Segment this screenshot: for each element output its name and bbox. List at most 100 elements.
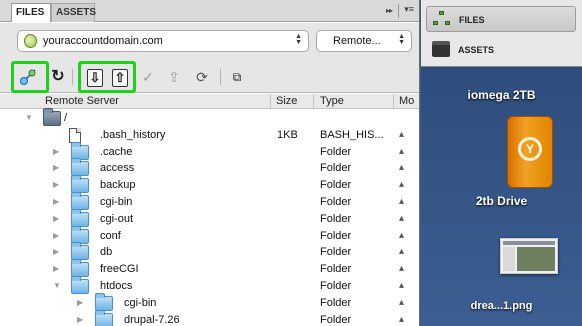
item-name: cgi-bin xyxy=(100,196,133,208)
item-name: drupal-7.26 xyxy=(124,313,180,326)
tab-files[interactable]: FILES xyxy=(11,3,51,22)
item-type: Folder xyxy=(320,179,352,192)
item-type: Folder xyxy=(320,246,352,259)
column-modified[interactable]: Mo xyxy=(399,95,414,107)
item-name: access xyxy=(100,162,135,175)
get-files-button[interactable]: ⇩ xyxy=(85,67,105,87)
disclosure-closed-icon[interactable]: ▶ xyxy=(53,248,61,256)
folder-row[interactable]: ▶ conf Folder ▴ xyxy=(0,225,419,245)
item-modified: ▴ xyxy=(399,196,405,207)
disclosure-closed-icon[interactable]: ▶ xyxy=(53,265,61,273)
desktop: iomega 2TB Y 2tb Drive drea...1.png xyxy=(421,67,582,326)
item-type: Folder xyxy=(320,296,352,309)
check-in-button[interactable]: ⇪ xyxy=(164,67,184,87)
item-name: backup xyxy=(100,179,136,192)
assets-panel-label: ASSETS xyxy=(458,45,495,55)
disclosure-closed-icon[interactable]: ▶ xyxy=(53,198,61,206)
disclosure-closed-icon[interactable]: ▶ xyxy=(77,298,85,307)
screenshot-file-label[interactable]: drea...1.png xyxy=(421,300,582,312)
file-row[interactable]: .bash_history 1KB BASH_HIS... ▴ xyxy=(0,127,419,144)
item-name: cgi-bin xyxy=(124,296,157,309)
folder-row[interactable]: ▶ .cache Folder ▴ xyxy=(0,141,419,161)
synchronize-button[interactable]: ⟳ xyxy=(192,67,212,87)
folder-row[interactable]: ▶ cgi-bin Folder ▴ xyxy=(0,192,419,211)
folder-row[interactable]: ▼ htdocs Folder ▴ xyxy=(0,276,419,295)
assets-panel-button[interactable]: ASSETS xyxy=(426,37,576,63)
folder-icon xyxy=(95,309,113,326)
folder-row[interactable]: ▶ cgi-bin Folder ▴ xyxy=(0,292,419,312)
item-type: BASH_HIS... xyxy=(320,128,384,141)
column-divider[interactable] xyxy=(393,94,394,109)
column-divider[interactable] xyxy=(313,94,314,109)
folder-icon xyxy=(71,141,89,160)
panel-tab-bar: FILES ASSETS ▸▸ ▾≡ xyxy=(0,0,419,22)
folder-row[interactable]: ▶ db Folder ▴ xyxy=(0,242,419,261)
disclosure-closed-icon[interactable]: ▶ xyxy=(53,147,61,156)
disclosure-closed-icon[interactable]: ▶ xyxy=(53,214,61,223)
item-modified: ▴ xyxy=(399,263,405,275)
folder-icon xyxy=(71,208,89,227)
get-arrow-icon: ⇩ xyxy=(87,69,103,87)
folder-row[interactable]: ▶ freeCGI Folder ▴ xyxy=(0,259,419,278)
put-arrow-icon: ⇧ xyxy=(112,69,128,87)
2tb-drive-label[interactable]: 2tb Drive xyxy=(421,194,582,208)
item-name: .bash_history xyxy=(100,128,166,141)
column-remote-server[interactable]: Remote Server xyxy=(45,95,119,107)
folder-icon xyxy=(43,108,61,126)
folder-row[interactable]: ▶ cgi-out Folder ▴ xyxy=(0,208,419,228)
disclosure-closed-icon[interactable]: ▶ xyxy=(53,181,61,189)
chevron-updown-icon: ▲ ▼ xyxy=(295,33,302,46)
folder-row[interactable]: ▼ / xyxy=(0,108,419,127)
panel-menu-icon[interactable]: ▾≡ xyxy=(398,4,414,18)
disclosure-open-icon[interactable]: ▼ xyxy=(25,114,33,122)
column-size[interactable]: Size xyxy=(276,95,297,107)
view-select-value: Remote... xyxy=(333,35,381,47)
site-select-value: youraccountdomain.com xyxy=(43,35,163,47)
item-modified: ▴ xyxy=(399,179,405,191)
site-icon xyxy=(24,34,37,48)
item-modified: ▴ xyxy=(399,145,405,157)
disclosure-closed-icon[interactable]: ▶ xyxy=(77,315,85,324)
disclosure-open-icon[interactable]: ▼ xyxy=(53,282,61,290)
screenshot-file-icon[interactable] xyxy=(500,238,558,274)
column-divider[interactable] xyxy=(270,94,271,109)
files-panel-label: FILES xyxy=(459,15,485,25)
tab-assets[interactable]: ASSETS xyxy=(51,3,96,22)
connect-button[interactable] xyxy=(18,67,38,87)
folder-row[interactable]: ▶ drupal-7.26 Folder ▴ xyxy=(0,309,419,326)
view-select[interactable]: Remote... ▲ ▼ xyxy=(316,30,412,52)
item-modified: ▴ xyxy=(399,280,405,291)
put-files-button[interactable]: ⇧ xyxy=(110,67,130,87)
check-out-button[interactable]: ✓ xyxy=(138,67,158,87)
site-map-icon xyxy=(433,11,451,27)
external-drive-icon[interactable]: Y xyxy=(507,116,553,188)
refresh-button[interactable]: ↻ xyxy=(48,67,68,87)
folder-icon xyxy=(95,292,113,311)
folder-icon xyxy=(71,175,89,194)
folder-row[interactable]: ▶ access Folder ▴ xyxy=(0,158,419,177)
item-modified: ▴ xyxy=(399,313,405,325)
panel-switcher: FILES ASSETS xyxy=(421,0,582,67)
folder-icon xyxy=(71,276,89,294)
site-select[interactable]: youraccountdomain.com ▲ ▼ xyxy=(17,30,309,52)
expand-view-button[interactable]: ⧉ xyxy=(227,67,247,87)
iomega-drive-label[interactable]: iomega 2TB xyxy=(421,88,582,102)
column-type[interactable]: Type xyxy=(320,95,344,107)
folder-row[interactable]: ▶ backup Folder ▴ xyxy=(0,175,419,194)
files-panel: FILES ASSETS ▸▸ ▾≡ youraccountdomain.com… xyxy=(0,0,420,326)
item-modified: ▴ xyxy=(399,296,405,308)
collapse-panel-icon[interactable]: ▸▸ xyxy=(386,6,393,15)
folder-icon xyxy=(71,225,89,244)
item-name: cgi-out xyxy=(100,212,134,225)
item-name: htdocs xyxy=(100,280,133,292)
item-type: Folder xyxy=(320,263,352,276)
toolbar-divider xyxy=(72,69,73,85)
files-panel-button[interactable]: FILES xyxy=(426,6,576,32)
item-name: db xyxy=(100,246,113,259)
item-type: Folder xyxy=(320,145,352,158)
item-modified: ▴ xyxy=(399,246,405,258)
disclosure-closed-icon[interactable]: ▶ xyxy=(53,164,61,172)
disclosure-closed-icon[interactable]: ▶ xyxy=(53,231,61,240)
item-modified: ▴ xyxy=(399,162,405,174)
item-name: .cache xyxy=(100,145,133,158)
